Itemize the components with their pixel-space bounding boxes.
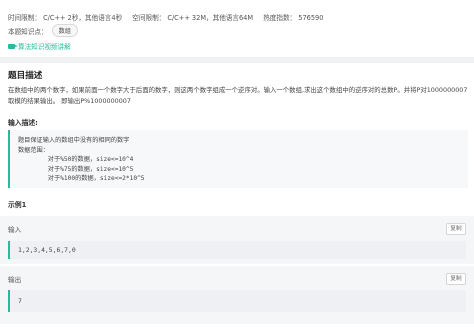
memory-limit: 空间限制： C/C++ 32M，其他语言64M xyxy=(132,14,254,22)
input-description-text: 题目保证输入的数组中没有的相同的数字 数据范围： 对于%50的数据，size<=… xyxy=(18,137,145,182)
example-input-label: 输入 xyxy=(8,226,22,234)
example-input-value: 1,2,3,4,5,6,7,0 xyxy=(8,241,466,259)
problem-meta: 时间限制： C/C++ 2秒，其他语言4秒 空间限制： C/C++ 32M，其他… xyxy=(8,12,331,22)
problem-description-title: 题目描述 xyxy=(8,71,43,81)
video-link-label: 算法知识视频讲解 xyxy=(18,43,71,51)
time-limit: 时间限制： C/C++ 2秒，其他语言4秒 xyxy=(8,14,123,22)
example-title: 示例1 xyxy=(8,201,27,209)
video-explanation-link[interactable]: 算法知识视频讲解 xyxy=(8,41,71,51)
example-output-label: 输出 xyxy=(8,276,22,284)
problem-card: 时间限制： C/C++ 2秒，其他语言4秒 空间限制： C/C++ 32M，其他… xyxy=(0,0,474,327)
copy-input-button[interactable]: 复制 xyxy=(446,223,466,235)
section-divider xyxy=(0,57,474,63)
knowledge-tag[interactable]: 数组 xyxy=(51,24,78,37)
heat-index: 热度指数： 576590 xyxy=(263,14,324,22)
copy-output-button[interactable]: 复制 xyxy=(446,273,466,285)
video-camera-icon xyxy=(8,43,18,49)
knowledge-points: 本题知识点： 数组 xyxy=(8,24,78,37)
example-output-panel: 输出 复制 7 xyxy=(0,266,474,324)
problem-description: 在数组中的两个数字，如果前面一个数字大于后面的数字，则这两个数字组成一个逆序对。… xyxy=(8,86,468,105)
input-description-box: 题目保证输入的数组中没有的相同的数字 数据范围： 对于%50的数据，size<=… xyxy=(8,130,468,188)
input-description-title: 输入描述: xyxy=(8,119,38,127)
example-input-panel: 输入 复制 1,2,3,4,5,6,7,0 xyxy=(0,216,474,264)
example-output-value: 7 xyxy=(8,290,466,312)
knowledge-label: 本题知识点： xyxy=(8,27,48,36)
